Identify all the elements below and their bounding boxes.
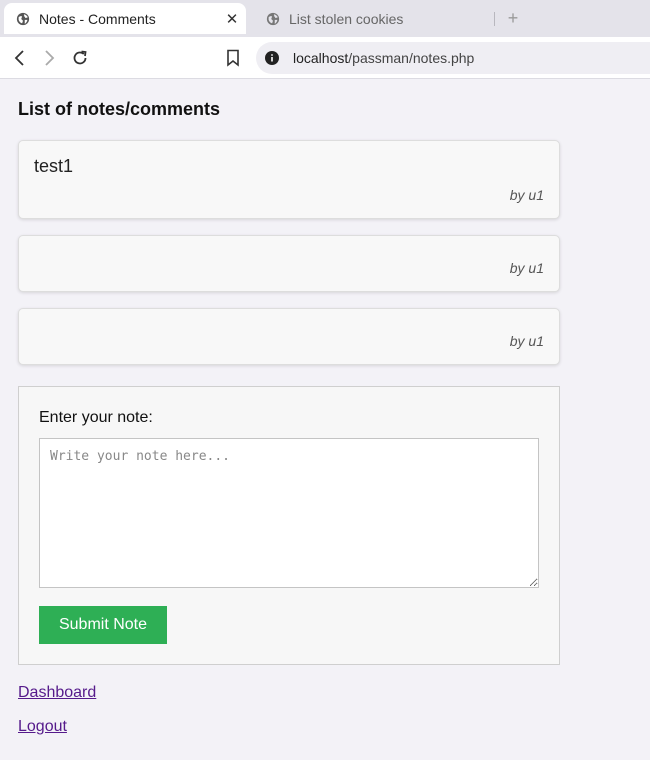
back-arrow-icon bbox=[14, 50, 24, 66]
tab-title: List stolen cookies bbox=[289, 10, 404, 27]
info-icon[interactable] bbox=[265, 51, 279, 65]
url-path: /passman/notes.php bbox=[348, 50, 475, 66]
logout-link[interactable]: Logout bbox=[18, 718, 67, 736]
reload-icon bbox=[73, 50, 87, 65]
page-title: List of notes/comments bbox=[18, 99, 221, 119]
note-field-label: Enter your note: bbox=[39, 409, 153, 426]
tab-title: Notes - Comments bbox=[39, 10, 156, 27]
browser-tab-strip: Notes - Comments ✕ List stolen cookies + bbox=[0, 0, 650, 37]
note-card: test1 by u1 bbox=[18, 140, 560, 219]
tab-notes-comments[interactable]: Notes - Comments ✕ bbox=[4, 3, 246, 34]
globe-icon bbox=[16, 12, 30, 25]
browser-toolbar: localhost/passman/notes.php bbox=[0, 37, 650, 79]
close-tab-icon[interactable]: ✕ bbox=[225, 10, 239, 28]
note-form: Enter your note: Submit Note bbox=[18, 386, 560, 665]
back-button[interactable] bbox=[9, 47, 31, 69]
url-text: localhost/passman/notes.php bbox=[293, 50, 474, 66]
new-tab-button[interactable]: + bbox=[504, 7, 522, 29]
note-author: by u1 bbox=[509, 333, 544, 349]
forward-arrow-icon bbox=[45, 50, 55, 66]
note-author: by u1 bbox=[509, 187, 544, 203]
globe-icon bbox=[266, 12, 280, 25]
submit-note-button[interactable]: Submit Note bbox=[39, 606, 167, 644]
bookmark-button[interactable] bbox=[222, 47, 244, 69]
bookmark-icon bbox=[227, 49, 239, 67]
reload-button[interactable] bbox=[69, 47, 91, 69]
dashboard-link[interactable]: Dashboard bbox=[18, 684, 96, 702]
tab-separator bbox=[494, 12, 495, 26]
note-card: by u1 bbox=[18, 308, 560, 365]
note-textarea[interactable] bbox=[39, 438, 539, 588]
tab-list-stolen-cookies[interactable]: List stolen cookies bbox=[254, 3, 490, 34]
note-card: by u1 bbox=[18, 235, 560, 292]
url-host: localhost bbox=[293, 50, 349, 66]
address-bar[interactable]: localhost/passman/notes.php bbox=[256, 42, 650, 74]
forward-button[interactable] bbox=[38, 47, 60, 69]
note-author: by u1 bbox=[509, 260, 544, 276]
note-text: test1 bbox=[34, 156, 74, 176]
